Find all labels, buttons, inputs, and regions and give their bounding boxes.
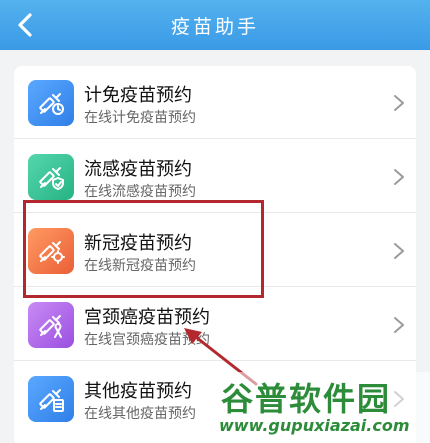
item-subtitle: 在线其他疫苗预约 [84, 405, 196, 421]
list-item-hpv-vaccine[interactable]: 宫颈癌疫苗预约 在线宫颈癌疫苗预约 [14, 288, 416, 361]
divider [14, 138, 416, 139]
item-title: 计免疫苗预约 [84, 85, 192, 105]
chevron-right-icon [394, 169, 404, 185]
back-button[interactable] [10, 9, 40, 41]
item-title: 新冠疫苗预约 [84, 233, 192, 253]
watermark-logo-text: 谷普软件园 [221, 380, 392, 418]
chevron-left-icon [18, 13, 32, 37]
syringe-shield-icon [28, 154, 74, 200]
list-item-routine-vaccine[interactable]: 计免疫苗预约 在线计免疫苗预约 [14, 66, 416, 139]
syringe-ribbon-icon [28, 302, 74, 348]
item-subtitle: 在线宫颈癌疫苗预约 [84, 331, 210, 347]
syringe-doc-icon [28, 376, 74, 422]
page-title: 疫苗助手 [170, 15, 259, 38]
divider [14, 360, 416, 361]
item-subtitle: 在线新冠疫苗预约 [84, 257, 196, 273]
item-subtitle: 在线计免疫苗预约 [84, 109, 196, 125]
watermark-url: www.gupuxiazai.com [219, 416, 410, 435]
chevron-right-icon [394, 317, 404, 333]
item-title: 宫颈癌疫苗预约 [84, 307, 210, 327]
list-item-flu-vaccine[interactable]: 流感疫苗预约 在线流感疫苗预约 [14, 140, 416, 213]
item-title: 流感疫苗预约 [84, 159, 192, 179]
syringe-virus-icon [28, 228, 74, 274]
chevron-right-icon [394, 95, 404, 111]
app-header: 疫苗助手 [0, 0, 430, 50]
chevron-right-icon [394, 243, 404, 259]
watermark: 谷普软件园 www.gupuxiazai.com [213, 372, 430, 443]
item-title: 其他疫苗预约 [84, 381, 192, 401]
divider [14, 212, 416, 213]
syringe-clock-icon [28, 80, 74, 126]
item-subtitle: 在线流感疫苗预约 [84, 183, 196, 199]
list-item-covid-vaccine[interactable]: 新冠疫苗预约 在线新冠疫苗预约 [14, 214, 416, 287]
divider [14, 286, 416, 287]
